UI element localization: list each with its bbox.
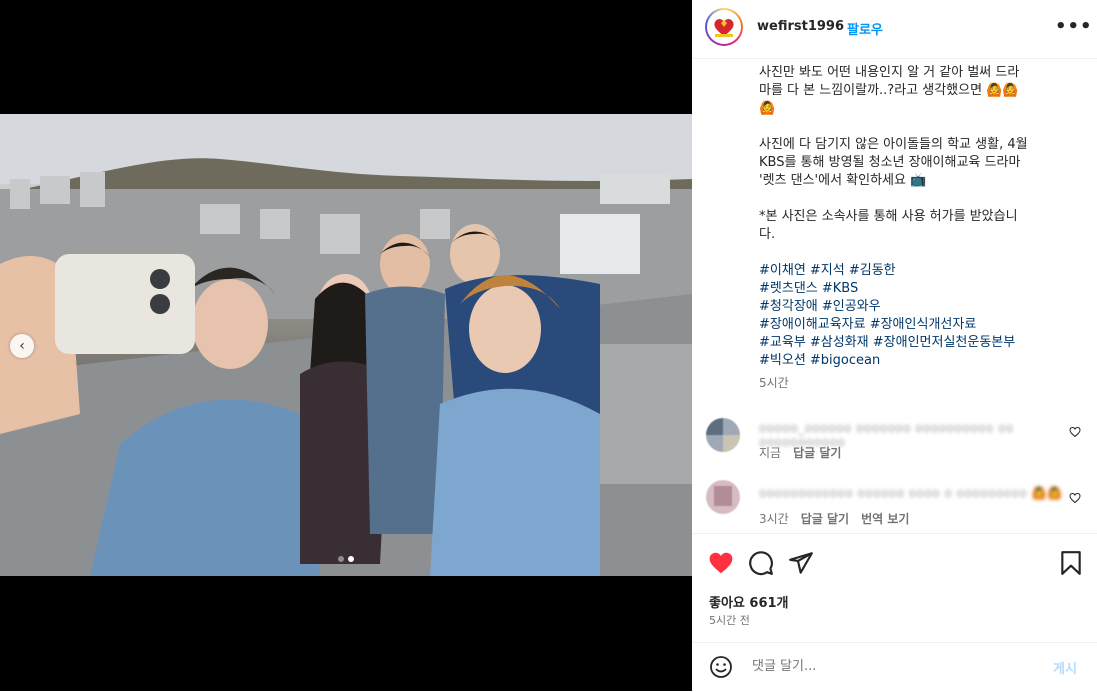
- carousel-dot-active: [348, 556, 354, 562]
- carousel-dot: [338, 556, 344, 562]
- reply-button[interactable]: 답글 달기: [793, 444, 841, 461]
- comment-item: oooooooooooo oooooo oooo o ooooooooo 🙆🙆 …: [706, 480, 1096, 530]
- caption-time: 5시간: [759, 376, 789, 390]
- post-caption: 사진만 봐도 어떤 내용인지 알 거 같아 벌써 드라 마를 다 본 느낌이랄까…: [759, 64, 1059, 392]
- avatar[interactable]: [705, 8, 743, 46]
- follow-button[interactable]: 팔로우: [847, 19, 883, 38]
- blurred-avatar-icon: [706, 480, 740, 514]
- hashtag-line[interactable]: #빅오션 #bigocean: [759, 352, 1059, 370]
- post-time: 5시간 전: [709, 614, 750, 627]
- comment-time: 지금: [759, 446, 782, 460]
- comment-like-icon[interactable]: [1069, 426, 1081, 441]
- share-icon[interactable]: [788, 550, 814, 576]
- comment-item: ooooo_oooooo ooooooo oooooooooo oo ooooo…: [706, 418, 1096, 468]
- post-header: wefirst1996 • 팔로우 •••: [692, 0, 1097, 59]
- comment-icon[interactable]: [748, 550, 774, 576]
- commenter-avatar[interactable]: [706, 418, 740, 452]
- post-username[interactable]: wefirst1996: [757, 19, 844, 34]
- comment-like-icon[interactable]: [1069, 492, 1081, 507]
- brand-logo-icon: [714, 19, 734, 37]
- post-details-panel: wefirst1996 • 팔로우 ••• 사진만 봐도 어떤 내용인지 알 거…: [692, 0, 1097, 691]
- post-comment-button[interactable]: 게시: [1053, 658, 1077, 677]
- carousel-prev-button[interactable]: ‹: [10, 334, 34, 358]
- comment-meta: 지금 답글 달기: [759, 444, 841, 461]
- translate-button[interactable]: 번역 보기: [861, 510, 909, 527]
- comment-text: oooooooooooo oooooo oooo o ooooooooo 🙆🙆: [759, 486, 1063, 500]
- hashtag-line[interactable]: #장애이해교육자료 #장애인식개선자료: [759, 316, 1059, 334]
- photo-illustration: [0, 114, 692, 576]
- hashtag-line[interactable]: #이채연 #지석 #김동한: [759, 262, 1059, 280]
- caption-paragraph-1: 사진만 봐도 어떤 내용인지 알 거 같아 벌써 드라 마를 다 본 느낌이랄까…: [759, 65, 1020, 116]
- emoji-icon[interactable]: [709, 655, 733, 679]
- hashtag-line[interactable]: #청각장애 #인공와우: [759, 298, 1059, 316]
- commenter-avatar[interactable]: [706, 480, 740, 514]
- bookmark-icon[interactable]: [1058, 550, 1084, 576]
- likes-count[interactable]: 좋아요 661개: [709, 592, 789, 611]
- comment-time: 3시간: [759, 512, 789, 526]
- post-actions: 좋아요 661개 5시간 전: [692, 533, 1097, 652]
- avatar-inner: [707, 10, 741, 44]
- post-photo[interactable]: [0, 114, 692, 576]
- heart-icon[interactable]: [708, 550, 734, 576]
- comment-input[interactable]: [750, 658, 1034, 675]
- caption-paragraph-3: *본 사진은 소속사를 통해 사용 허가를 받았습니 다.: [759, 209, 1018, 242]
- comment-meta: 3시간 답글 달기 번역 보기: [759, 510, 909, 527]
- reply-button[interactable]: 답글 달기: [801, 510, 849, 527]
- separator-dot: •: [834, 19, 842, 33]
- chevron-left-icon: ‹: [19, 338, 25, 354]
- blurred-avatar-icon: [706, 418, 740, 452]
- comment-bar: 게시: [692, 642, 1097, 692]
- hashtag-line[interactable]: #렛츠댄스 #KBS: [759, 280, 1059, 298]
- more-options-icon[interactable]: •••: [1055, 16, 1093, 37]
- media-panel: ‹: [0, 0, 692, 691]
- caption-paragraph-2: 사진에 다 담기지 않은 아이돌들의 학교 생활, 4월 KBS를 통해 방영될…: [759, 137, 1028, 188]
- hashtag-line[interactable]: #교육부 #삼성화재 #장애인먼저실천운동본부: [759, 334, 1059, 352]
- carousel-indicator: [338, 556, 354, 562]
